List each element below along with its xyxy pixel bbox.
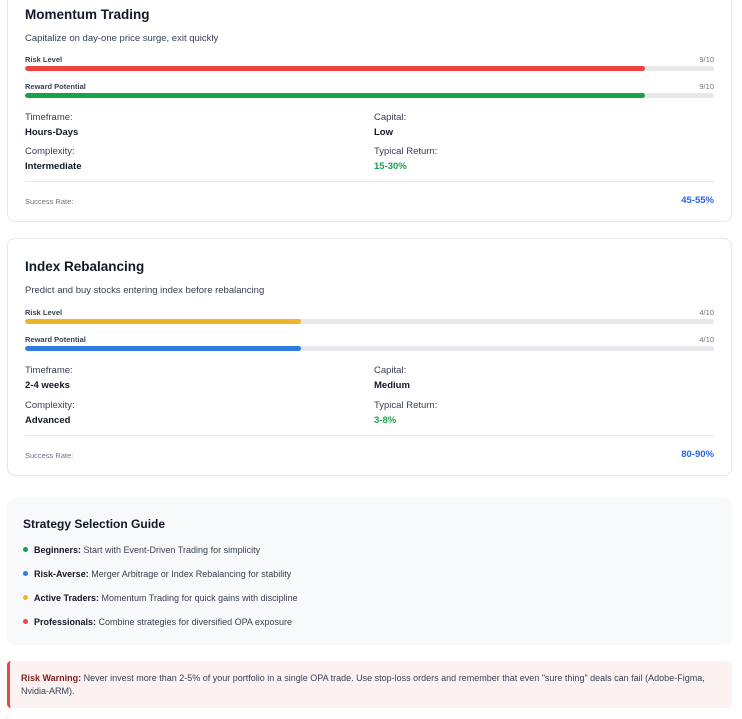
capital-value: Low [374, 127, 393, 138]
risk-level-track [25, 66, 714, 71]
strategy-title: Index Rebalancing [25, 259, 145, 274]
timeframe-field: Timeframe: Hours-Days [25, 112, 78, 138]
risk-warning-label: Risk Warning: [21, 673, 82, 683]
typical-return-value: 3-8% [374, 415, 397, 426]
guide-item-active-traders: Active Traders: Momentum Trading for qui… [23, 593, 298, 603]
reward-potential-track [25, 93, 714, 98]
timeframe-label: Timeframe: [25, 112, 73, 123]
success-rate-value: 45-55% [681, 195, 714, 206]
complexity-field: Complexity: Advanced [25, 400, 75, 426]
complexity-value: Advanced [25, 415, 71, 426]
guide-item-label: Professionals: [34, 617, 97, 627]
risk-level-meter: Risk Level 4/10 [25, 308, 714, 330]
typical-return-label: Typical Return: [374, 146, 438, 157]
reward-potential-fill [25, 93, 646, 98]
reward-potential-label: Reward Potential [25, 82, 86, 91]
guide-item-text: Combine strategies for diversified OPA e… [96, 617, 292, 627]
capital-field: Capital: Medium [374, 365, 410, 391]
risk-warning-banner: Risk Warning: Never invest more than 2-5… [7, 661, 732, 708]
reward-potential-meter: Reward Potential 9/10 [25, 82, 714, 104]
card-divider [25, 435, 714, 436]
guide-item-beginners: Beginners: Start with Event-Driven Tradi… [23, 545, 260, 555]
bullet-dot-icon [23, 547, 28, 553]
capital-label: Capital: [374, 112, 407, 123]
reward-potential-label: Reward Potential [25, 335, 86, 344]
typical-return-label: Typical Return: [374, 400, 438, 411]
timeframe-value: 2-4 weeks [25, 380, 70, 391]
reward-potential-score: 9/10 [699, 82, 714, 91]
success-rate-value: 80-90% [681, 449, 714, 460]
guide-item-professionals: Professionals: Combine strategies for di… [23, 617, 292, 627]
guide-item-label: Beginners: [34, 545, 82, 555]
risk-level-label: Risk Level [25, 55, 63, 64]
timeframe-value: Hours-Days [25, 127, 79, 138]
complexity-field: Complexity: Intermediate [25, 146, 82, 172]
strategy-title: Momentum Trading [25, 7, 150, 22]
guide-item-text: Momentum Trading for quick gains with di… [99, 593, 298, 603]
bullet-dot-icon [23, 619, 28, 625]
card-divider [25, 181, 714, 182]
strategy-description: Capitalize on day-one price surge, exit … [25, 33, 219, 44]
guide-item-text: Start with Event-Driven Trading for simp… [81, 545, 261, 555]
risk-warning-message: Risk Warning: Never invest more than 2-5… [21, 672, 706, 697]
capital-value: Medium [374, 380, 410, 391]
strategy-card-momentum-trading: Momentum Trading Capitalize on day-one p… [7, 0, 732, 222]
strategy-description: Predict and buy stocks entering index be… [25, 285, 265, 296]
risk-level-score: 9/10 [699, 55, 714, 64]
bullet-dot-icon [23, 571, 28, 577]
guide-item-label: Risk-Averse: [34, 569, 89, 579]
reward-potential-track [25, 346, 714, 351]
bullet-dot-icon [23, 595, 28, 601]
risk-level-meter: Risk Level 9/10 [25, 55, 714, 77]
complexity-label: Complexity: [25, 400, 75, 411]
guide-item-label: Active Traders: [34, 593, 100, 603]
success-rate-label: Success Rate: [25, 451, 74, 460]
strategy-selection-guide: Strategy Selection Guide Beginners: Star… [7, 498, 732, 645]
risk-level-fill [25, 66, 646, 71]
typical-return-field: Typical Return: 3-8% [374, 400, 437, 426]
guide-item-text: Merger Arbitrage or Index Rebalancing fo… [88, 569, 292, 579]
reward-potential-fill [25, 346, 301, 351]
typical-return-value: 15-30% [374, 161, 407, 172]
typical-return-field: Typical Return: 15-30% [374, 146, 437, 172]
strategy-card-index-rebalancing: Index Rebalancing Predict and buy stocks… [7, 238, 732, 476]
capital-field: Capital: Low [374, 112, 406, 138]
risk-level-label: Risk Level [25, 308, 63, 317]
timeframe-field: Timeframe: 2-4 weeks [25, 365, 73, 391]
risk-level-track [25, 319, 714, 324]
guide-item-risk-averse: Risk-Averse: Merger Arbitrage or Index R… [23, 569, 291, 579]
complexity-value: Intermediate [25, 161, 82, 172]
risk-warning-text: Never invest more than 2-5% of your port… [21, 673, 705, 696]
capital-label: Capital: [374, 365, 407, 376]
reward-potential-score: 4/10 [699, 335, 714, 344]
risk-level-fill [25, 319, 301, 324]
timeframe-label: Timeframe: [25, 365, 73, 376]
guide-title: Strategy Selection Guide [23, 517, 166, 531]
risk-level-score: 4/10 [699, 308, 714, 317]
reward-potential-meter: Reward Potential 4/10 [25, 335, 714, 357]
success-rate-label: Success Rate: [25, 197, 74, 206]
complexity-label: Complexity: [25, 146, 75, 157]
